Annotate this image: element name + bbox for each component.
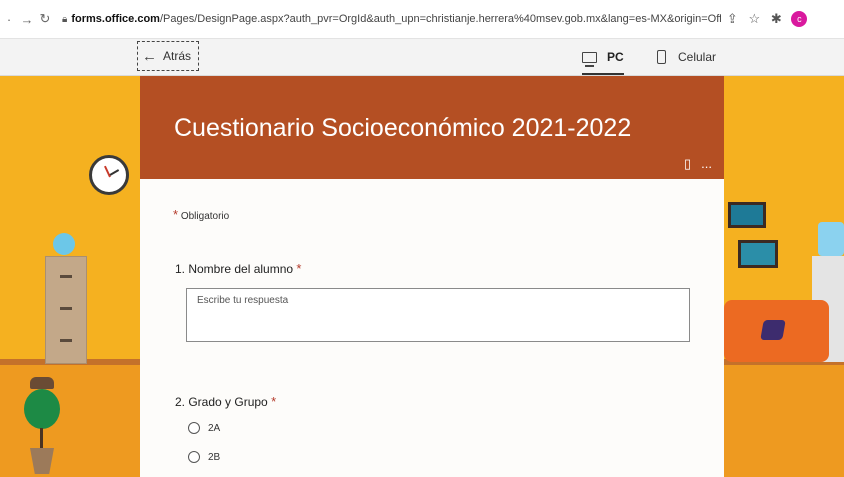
reload-icon[interactable]: ↻ bbox=[36, 11, 54, 27]
back-button[interactable]: ← Atrás bbox=[137, 41, 199, 71]
monitor-icon bbox=[582, 51, 597, 67]
forward-arrow-icon[interactable]: → bbox=[18, 12, 36, 27]
tab-pc-view[interactable]: PC bbox=[582, 39, 624, 75]
url-path: /Pages/DesignPage.aspx?auth_pvr=OrgId&au… bbox=[159, 13, 722, 25]
option-label: 2A bbox=[208, 422, 221, 434]
radio-button[interactable] bbox=[188, 422, 200, 434]
hat-icon bbox=[30, 377, 54, 389]
phone-icon bbox=[657, 50, 666, 64]
profile-avatar[interactable]: c bbox=[791, 11, 808, 27]
share-icon[interactable]: ⇪ bbox=[721, 11, 743, 27]
preview-toolbar: ← Atrás PC Celular bbox=[0, 39, 844, 76]
question-2-title: 2. Grado y Grupo * bbox=[175, 394, 276, 409]
immersive-reader-icon[interactable]: ▯ bbox=[684, 156, 691, 172]
header-actions: ▯ ... bbox=[684, 156, 712, 172]
required-star: * bbox=[271, 394, 277, 409]
option-label: 2B bbox=[208, 451, 221, 463]
pillow-icon bbox=[760, 320, 786, 340]
name-answer-input[interactable] bbox=[186, 288, 690, 342]
required-star: * bbox=[296, 261, 302, 276]
mobile-label: Celular bbox=[678, 50, 717, 64]
plant-icon bbox=[24, 389, 60, 429]
form-header: Cuestionario Socioeconómico 2021-2022 ▯ … bbox=[140, 76, 724, 179]
required-note-text: Obligatorio bbox=[180, 211, 230, 222]
required-note: * Obligatorio bbox=[173, 207, 229, 222]
back-arrow-icon[interactable]: · bbox=[0, 12, 18, 27]
wall-clock-icon bbox=[89, 155, 129, 195]
fishbowl-icon bbox=[53, 233, 75, 255]
question-2-label: 2. Grado y Grupo bbox=[175, 395, 268, 409]
question-1-label: 1. Nombre del alumno bbox=[175, 262, 294, 276]
required-star: * bbox=[173, 207, 179, 222]
back-label: Atrás bbox=[163, 49, 192, 63]
picture-frame-icon bbox=[738, 240, 778, 268]
form-title: Cuestionario Socioeconómico 2021-2022 bbox=[174, 114, 632, 142]
extensions-puzzle-icon[interactable]: ✱ bbox=[765, 11, 787, 27]
browser-address-bar: · → ↻ 🔒︎ forms.office.com/Pages/DesignPa… bbox=[0, 0, 844, 39]
water-bottle-icon bbox=[818, 222, 844, 256]
picture-frame-icon bbox=[728, 202, 766, 228]
option-2a[interactable]: 2A bbox=[188, 422, 220, 434]
option-2b[interactable]: 2B bbox=[188, 451, 220, 463]
form-card: Cuestionario Socioeconómico 2021-2022 ▯ … bbox=[140, 76, 724, 477]
more-options-button[interactable]: ... bbox=[701, 156, 712, 172]
question-1-title: 1. Nombre del alumno * bbox=[175, 261, 301, 276]
bookmark-star-icon[interactable]: ☆ bbox=[743, 11, 765, 27]
lock-icon: 🔒︎ bbox=[62, 13, 68, 25]
radio-button[interactable] bbox=[188, 451, 200, 463]
tab-mobile-view[interactable]: Celular bbox=[657, 39, 716, 75]
filing-cabinet-icon bbox=[45, 256, 87, 364]
pc-label: PC bbox=[607, 50, 624, 64]
left-arrow-icon: ← bbox=[142, 47, 157, 65]
url-field[interactable]: forms.office.com/Pages/DesignPage.aspx?a… bbox=[71, 13, 721, 25]
url-domain: forms.office.com bbox=[71, 13, 160, 25]
